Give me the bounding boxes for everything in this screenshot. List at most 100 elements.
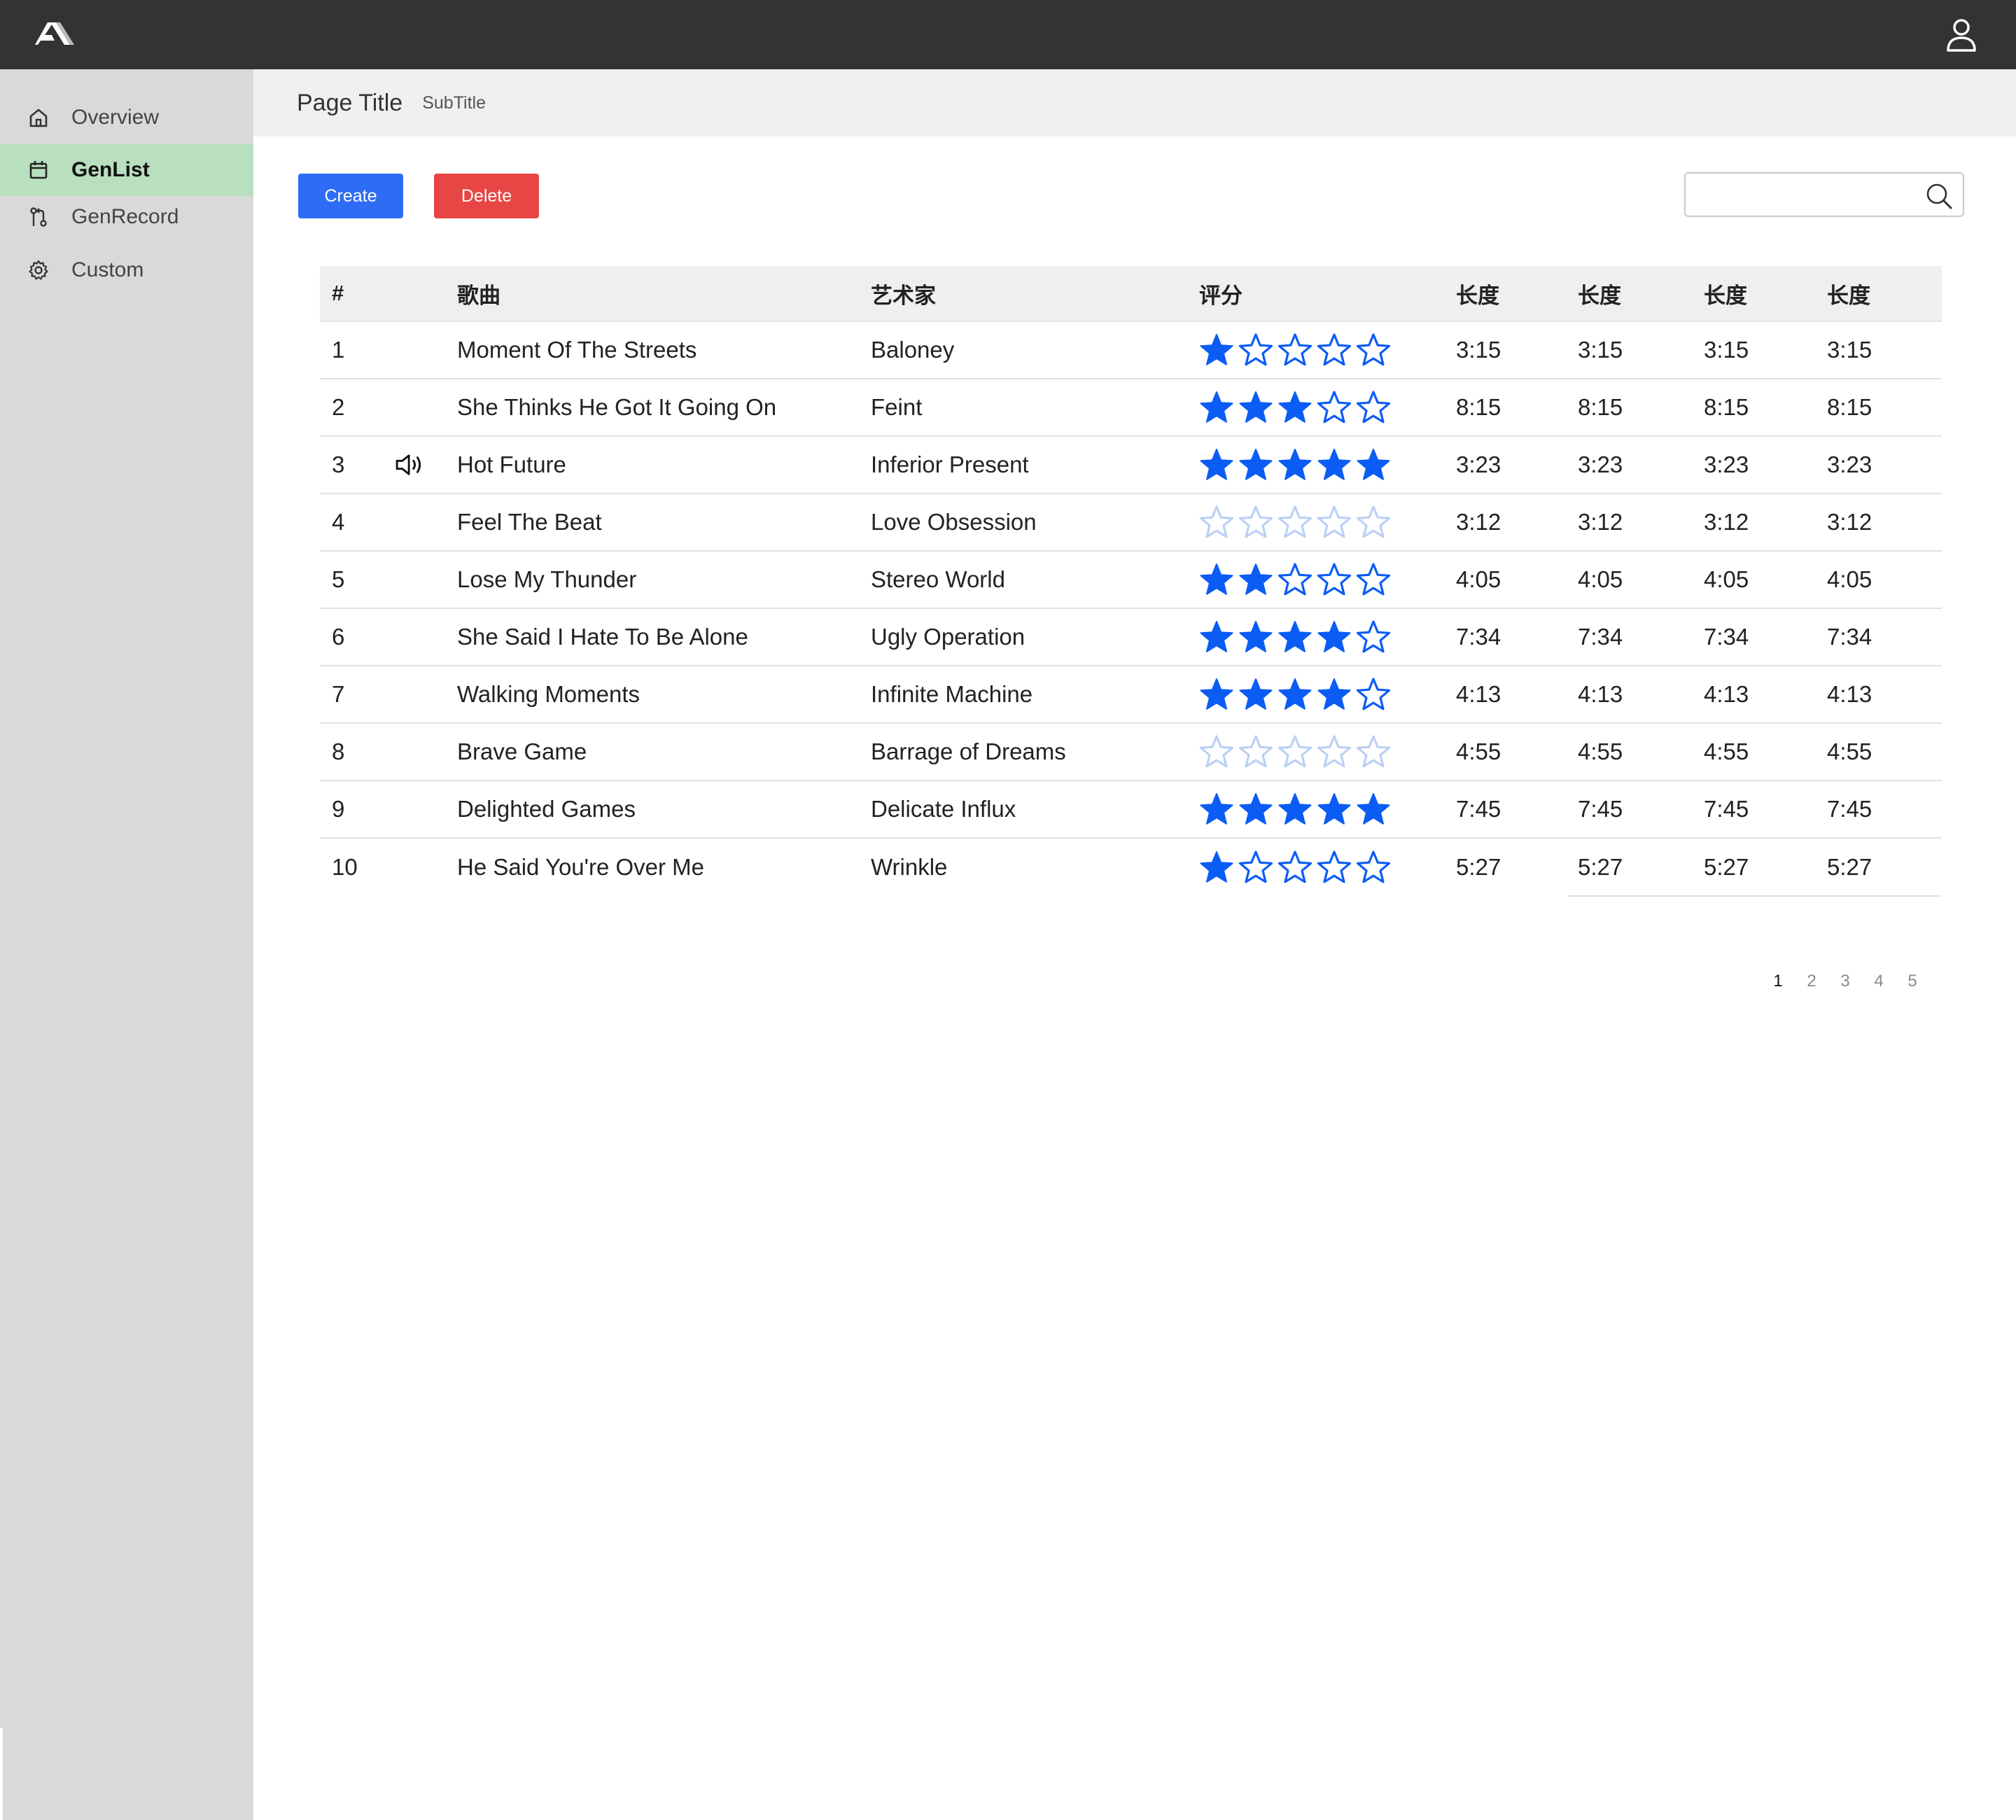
star-empty-icon[interactable] bbox=[1317, 850, 1352, 885]
track-length: 7:45 bbox=[1578, 796, 1623, 822]
star-filled-icon[interactable] bbox=[1199, 562, 1234, 597]
star-filled-icon[interactable] bbox=[1238, 620, 1273, 654]
star-filled-icon[interactable] bbox=[1199, 620, 1234, 654]
star-empty-icon[interactable] bbox=[1317, 505, 1352, 540]
star-filled-icon[interactable] bbox=[1199, 850, 1234, 885]
star-filled-icon[interactable] bbox=[1317, 447, 1352, 482]
star-filled-icon[interactable] bbox=[1199, 792, 1234, 827]
star-filled-icon[interactable] bbox=[1238, 677, 1273, 712]
calendar-icon bbox=[27, 158, 50, 182]
song-title: Lose My Thunder bbox=[457, 566, 637, 592]
star-empty-icon[interactable] bbox=[1356, 505, 1391, 540]
song-title: Brave Game bbox=[457, 738, 587, 764]
star-filled-icon[interactable] bbox=[1317, 677, 1352, 712]
sidebar-item-overview[interactable]: Overview bbox=[0, 92, 253, 144]
column-header-length[interactable]: 长度 bbox=[1456, 266, 1499, 321]
star-filled-icon[interactable] bbox=[1238, 390, 1273, 425]
star-empty-icon[interactable] bbox=[1238, 734, 1273, 769]
page-number[interactable]: 3 bbox=[1828, 972, 1862, 991]
star-empty-icon[interactable] bbox=[1356, 332, 1391, 368]
star-filled-icon[interactable] bbox=[1356, 447, 1391, 482]
star-filled-icon[interactable] bbox=[1199, 332, 1234, 368]
star-empty-icon[interactable] bbox=[1317, 734, 1352, 769]
logo-mark[interactable] bbox=[35, 20, 74, 48]
create-button[interactable]: Create bbox=[298, 174, 403, 218]
star-filled-icon[interactable] bbox=[1199, 677, 1234, 712]
page-number[interactable]: 1 bbox=[1761, 972, 1795, 991]
song-title: Delighted Games bbox=[457, 796, 636, 822]
star-empty-icon[interactable] bbox=[1356, 562, 1391, 597]
page-number[interactable]: 5 bbox=[1896, 972, 1929, 991]
star-empty-icon[interactable] bbox=[1356, 390, 1391, 425]
star-filled-icon[interactable] bbox=[1278, 447, 1312, 482]
table-row[interactable]: 4 Feel The Beat Love Obsession 3:12 3:12 3:12… bbox=[320, 494, 1942, 552]
star-empty-icon[interactable] bbox=[1278, 734, 1312, 769]
column-header-song[interactable]: 歌曲 bbox=[457, 266, 500, 321]
star-empty-icon[interactable] bbox=[1278, 850, 1312, 885]
star-empty-icon[interactable] bbox=[1356, 850, 1391, 885]
star-empty-icon[interactable] bbox=[1317, 332, 1352, 368]
column-header-artist[interactable]: 艺术家 bbox=[871, 266, 936, 321]
star-filled-icon[interactable] bbox=[1278, 390, 1312, 425]
star-filled-icon[interactable] bbox=[1238, 792, 1273, 827]
song-title: He Said You're Over Me bbox=[457, 854, 704, 880]
star-filled-icon[interactable] bbox=[1356, 792, 1391, 827]
star-empty-icon[interactable] bbox=[1199, 505, 1234, 540]
track-length: 3:12 bbox=[1578, 509, 1623, 535]
row-number: 2 bbox=[332, 394, 345, 420]
table-row[interactable]: 10 He Said You're Over Me Wrinkle 5:27 5:27 5… bbox=[320, 839, 1942, 896]
table-row[interactable]: 6 She Said I Hate To Be Alone Ugly Operati… bbox=[320, 609, 1942, 666]
track-length: 4:13 bbox=[1578, 681, 1623, 707]
top-bar bbox=[0, 0, 2016, 69]
table-row[interactable]: 9 Delighted Games Delicate Influx 7:45 7:45 7… bbox=[320, 781, 1942, 839]
star-filled-icon[interactable] bbox=[1317, 620, 1352, 654]
star-empty-icon[interactable] bbox=[1278, 332, 1312, 368]
page-number[interactable]: 2 bbox=[1795, 972, 1828, 991]
column-header-length[interactable]: 长度 bbox=[1827, 266, 1870, 321]
star-empty-icon[interactable] bbox=[1317, 562, 1352, 597]
page-number[interactable]: 4 bbox=[1862, 972, 1896, 991]
home-icon bbox=[27, 106, 50, 130]
star-filled-icon[interactable] bbox=[1278, 677, 1312, 712]
star-filled-icon[interactable] bbox=[1278, 620, 1312, 654]
star-filled-icon[interactable] bbox=[1199, 390, 1234, 425]
search-input[interactable] bbox=[1694, 179, 1918, 210]
table-row[interactable]: 7 Walking Moments Infinite Machine 4:13 4:13… bbox=[320, 666, 1942, 724]
track-length: 7:34 bbox=[1578, 624, 1623, 650]
star-empty-icon[interactable] bbox=[1356, 620, 1391, 654]
star-empty-icon[interactable] bbox=[1278, 562, 1312, 597]
rating-stars bbox=[1199, 552, 1391, 608]
star-empty-icon[interactable] bbox=[1356, 734, 1391, 769]
star-empty-icon[interactable] bbox=[1199, 734, 1234, 769]
table-row[interactable]: 1 Moment Of The Streets Baloney 3:15 3:15 3:1… bbox=[320, 322, 1942, 379]
column-header-number[interactable]: # bbox=[332, 266, 344, 321]
table-row[interactable]: 2 She Thinks He Got It Going On Feint 8:15 8… bbox=[320, 379, 1942, 437]
delete-button[interactable]: Delete bbox=[434, 174, 539, 218]
column-header-rating[interactable]: 评分 bbox=[1199, 266, 1242, 321]
sidebar-item-genrecord[interactable]: GenRecord bbox=[0, 191, 253, 243]
column-header-length[interactable]: 长度 bbox=[1578, 266, 1621, 321]
sidebar-item-genlist[interactable]: GenList bbox=[0, 144, 253, 196]
speaker-icon[interactable] bbox=[394, 437, 436, 493]
star-empty-icon[interactable] bbox=[1356, 677, 1391, 712]
star-empty-icon[interactable] bbox=[1278, 505, 1312, 540]
star-empty-icon[interactable] bbox=[1317, 390, 1352, 425]
star-empty-icon[interactable] bbox=[1238, 505, 1273, 540]
sidebar-item-custom[interactable]: Custom bbox=[0, 244, 253, 296]
rating-stars bbox=[1199, 839, 1391, 896]
star-empty-icon[interactable] bbox=[1238, 332, 1273, 368]
star-filled-icon[interactable] bbox=[1199, 447, 1234, 482]
star-filled-icon[interactable] bbox=[1317, 792, 1352, 827]
star-empty-icon[interactable] bbox=[1238, 850, 1273, 885]
track-length: 7:34 bbox=[1704, 624, 1749, 650]
table-row[interactable]: 5 Lose My Thunder Stereo World 4:05 4:05 4:05… bbox=[320, 552, 1942, 609]
track-length: 7:45 bbox=[1456, 796, 1502, 822]
star-filled-icon[interactable] bbox=[1238, 562, 1273, 597]
search-icon[interactable] bbox=[1925, 182, 1953, 210]
table-row[interactable]: 3 Hot Future Inferior Present 3:23 3:23 3:23 3… bbox=[320, 437, 1942, 494]
table-row[interactable]: 8 Brave Game Barrage of Dreams 4:55 4:55 4:55… bbox=[320, 724, 1942, 781]
star-filled-icon[interactable] bbox=[1278, 792, 1312, 827]
user-icon[interactable] bbox=[1946, 18, 1977, 52]
column-header-length[interactable]: 长度 bbox=[1704, 266, 1747, 321]
star-filled-icon[interactable] bbox=[1238, 447, 1273, 482]
